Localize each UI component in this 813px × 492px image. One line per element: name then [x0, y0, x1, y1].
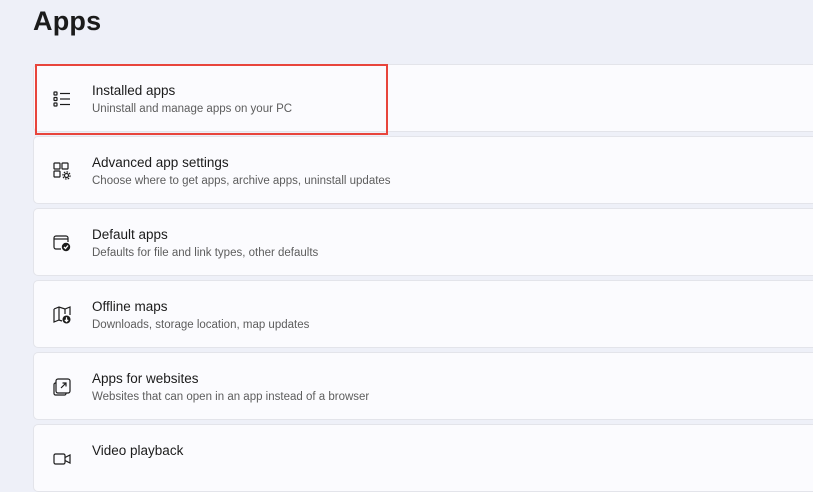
video-playback-card[interactable]: Video playback [33, 424, 813, 492]
advanced-app-settings-card[interactable]: Advanced app settings Choose where to ge… [33, 136, 813, 204]
video-playback-icon [52, 449, 72, 469]
default-apps-subtitle: Defaults for file and link types, other … [92, 247, 319, 259]
advanced-app-settings-subtitle: Choose where to get apps, archive apps, … [92, 175, 391, 187]
page-title: Apps [33, 6, 102, 36]
installed-apps-title: Installed apps [92, 83, 176, 98]
installed-apps-card[interactable]: Installed apps Uninstall and manage apps… [33, 64, 813, 132]
apps-for-websites-card[interactable]: Apps for websites Websites that can open… [33, 352, 813, 420]
offline-maps-icon [52, 305, 72, 325]
offline-maps-title: Offline maps [92, 299, 168, 314]
advanced-app-settings-icon [52, 161, 72, 181]
apps-for-websites-title: Apps for websites [92, 371, 199, 386]
video-playback-title: Video playback [92, 443, 184, 458]
apps-for-websites-icon [52, 377, 72, 397]
offline-maps-subtitle: Downloads, storage location, map updates [92, 319, 310, 331]
offline-maps-card[interactable]: Offline maps Downloads, storage location… [33, 280, 813, 348]
default-apps-card[interactable]: Default apps Defaults for file and link … [33, 208, 813, 276]
default-apps-icon [52, 233, 72, 253]
advanced-app-settings-title: Advanced app settings [92, 155, 229, 170]
apps-for-websites-subtitle: Websites that can open in an app instead… [92, 391, 370, 403]
installed-apps-list-icon [52, 89, 72, 109]
default-apps-title: Default apps [92, 227, 168, 242]
installed-apps-subtitle: Uninstall and manage apps on your PC [92, 103, 293, 115]
